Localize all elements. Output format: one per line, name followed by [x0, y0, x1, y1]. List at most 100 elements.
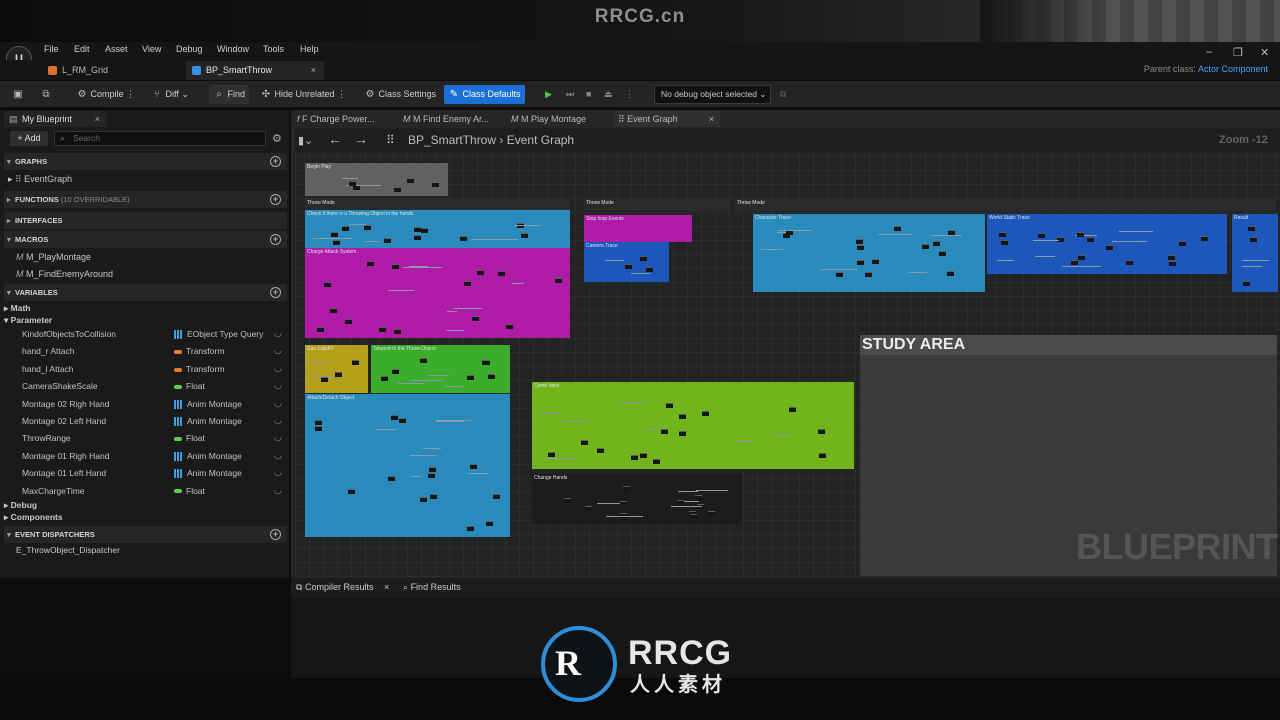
graph-node[interactable]: [428, 472, 436, 478]
graph-node[interactable]: [330, 232, 338, 238]
graph-node[interactable]: [420, 358, 428, 364]
variable-type[interactable]: Transform: [174, 364, 224, 374]
comment-box[interactable]: Stop loop Events: [584, 215, 692, 242]
graph-node[interactable]: [580, 440, 588, 446]
graph-node[interactable]: [1200, 236, 1208, 242]
add-variable-icon[interactable]: +: [270, 287, 281, 298]
find-button[interactable]: ⌕ Find: [209, 85, 250, 104]
category-parameter[interactable]: ▾ Parameter: [4, 312, 287, 329]
graph-node[interactable]: [315, 420, 323, 426]
graph-node[interactable]: [555, 277, 563, 283]
graph-node[interactable]: [394, 329, 402, 335]
comment-box[interactable]: Attach/Detach Object: [305, 394, 510, 537]
graph-node[interactable]: [384, 237, 392, 243]
visibility-eye-icon[interactable]: ◡: [274, 467, 282, 478]
graph-node[interactable]: [622, 486, 630, 492]
visibility-eye-icon[interactable]: ◡: [274, 415, 282, 426]
stop-icon[interactable]: ■: [582, 85, 595, 104]
menu-debug[interactable]: Debug: [176, 44, 203, 54]
back-arrow-icon[interactable]: ←: [328, 131, 342, 147]
section-event-dispatchers[interactable]: ▾ EVENT DISPATCHERS +: [4, 526, 287, 543]
bookmark-icon[interactable]: ▮⌄: [298, 134, 313, 147]
graph-node[interactable]: [505, 324, 513, 330]
graph-node[interactable]: [871, 258, 879, 264]
variable-type[interactable]: Anim Montage: [174, 399, 242, 409]
graph-node[interactable]: [548, 451, 556, 457]
section-macros[interactable]: ▾ MACROS +: [4, 231, 287, 248]
graph-node[interactable]: [695, 494, 703, 500]
diff-button[interactable]: ⑂ Diff ⌄: [147, 85, 193, 104]
comment-box[interactable]: Can Catch?: [305, 345, 368, 393]
comment-box[interactable]: Teleport to the Throw Object: [371, 345, 510, 393]
graph-node[interactable]: [1167, 254, 1175, 260]
maximize-icon[interactable]: ❐: [1233, 46, 1243, 59]
class-settings-button[interactable]: ⚙ Class Settings: [360, 85, 440, 104]
graph-node[interactable]: [624, 263, 632, 269]
graph-item-eventgraph[interactable]: ▸ ⠿ EventGraph: [4, 171, 287, 188]
graph-node[interactable]: [332, 239, 340, 245]
graph-node[interactable]: [1076, 231, 1084, 237]
debug-filter-icon[interactable]: ⧉: [776, 85, 790, 104]
comment-box[interactable]: Come back: [532, 382, 854, 469]
category-components[interactable]: ▸ Components: [4, 509, 287, 526]
macro-item[interactable]: M M_FindEnemyAround: [4, 266, 287, 283]
section-variables[interactable]: ▾ VARIABLES +: [4, 284, 287, 301]
graph-node[interactable]: [947, 271, 955, 277]
tab-event-graph[interactable]: ⠿ Event Graph ×: [614, 111, 720, 127]
graph-node[interactable]: [352, 360, 360, 366]
comment-box[interactable]: Throw Mode: [584, 199, 730, 211]
graph-node[interactable]: [620, 500, 628, 506]
graph-node[interactable]: [323, 281, 331, 287]
graph-node[interactable]: [407, 177, 415, 183]
graph-node[interactable]: [472, 315, 480, 321]
graph-node[interactable]: [335, 371, 343, 377]
graph-node[interactable]: [487, 374, 495, 380]
graph-node[interactable]: [932, 240, 940, 246]
parent-class-value[interactable]: Actor Component: [1198, 64, 1268, 74]
graph-node[interactable]: [347, 489, 355, 495]
visibility-eye-icon[interactable]: ◡: [274, 380, 282, 391]
graph-node[interactable]: [321, 377, 329, 383]
graph-node[interactable]: [414, 234, 422, 240]
graph-node[interactable]: [378, 326, 386, 332]
graph-node[interactable]: [393, 186, 401, 192]
graph-node[interactable]: [660, 429, 668, 435]
graph-node[interactable]: [998, 231, 1006, 237]
graph-node[interactable]: [630, 454, 638, 460]
menu-asset[interactable]: Asset: [105, 44, 128, 54]
graph-node[interactable]: [1168, 260, 1176, 266]
variable-name[interactable]: ThrowRange: [22, 433, 71, 443]
section-functions[interactable]: ▸ FUNCTIONS (10 OVERRIDABLE) +: [4, 191, 287, 208]
variable-name[interactable]: CameraShakeScale: [22, 381, 98, 391]
graph-node[interactable]: [344, 318, 352, 324]
comment-box[interactable]: Throw Mode: [735, 199, 1275, 211]
graph-node[interactable]: [596, 448, 604, 454]
graph-node[interactable]: [788, 407, 796, 413]
graph-node[interactable]: [391, 369, 399, 375]
graph-node[interactable]: [419, 497, 427, 503]
graph-node[interactable]: [1105, 244, 1113, 250]
close-tab-icon[interactable]: ×: [384, 582, 389, 592]
add-function-icon[interactable]: +: [270, 194, 281, 205]
variable-name[interactable]: hand_r Attach: [22, 346, 74, 356]
graph-node[interactable]: [1247, 226, 1255, 232]
graph-node[interactable]: [497, 270, 505, 276]
variable-type[interactable]: Float: [174, 433, 205, 443]
variable-type[interactable]: Anim Montage: [174, 451, 242, 462]
add-graph-icon[interactable]: +: [270, 156, 281, 167]
variable-type[interactable]: Float: [174, 486, 205, 496]
visibility-eye-icon[interactable]: ◡: [274, 485, 282, 496]
graph-node[interactable]: [1179, 240, 1186, 246]
add-dispatcher-icon[interactable]: +: [270, 529, 281, 540]
section-interfaces[interactable]: ▸ INTERFACES: [4, 212, 287, 229]
class-defaults-button[interactable]: ✎ Class Defaults: [444, 85, 525, 104]
graph-node[interactable]: [1125, 259, 1133, 265]
graph-node[interactable]: [429, 466, 437, 472]
settings-gear-icon[interactable]: ⚙: [272, 132, 282, 145]
comment-box[interactable]: Charge Attack System: [305, 248, 570, 338]
comment-box[interactable]: Character Trace: [753, 214, 985, 292]
comment-box[interactable]: Change Hands: [532, 474, 742, 524]
graph-node[interactable]: [818, 429, 826, 435]
graph-node[interactable]: [492, 494, 500, 500]
graph-node[interactable]: [414, 226, 422, 232]
